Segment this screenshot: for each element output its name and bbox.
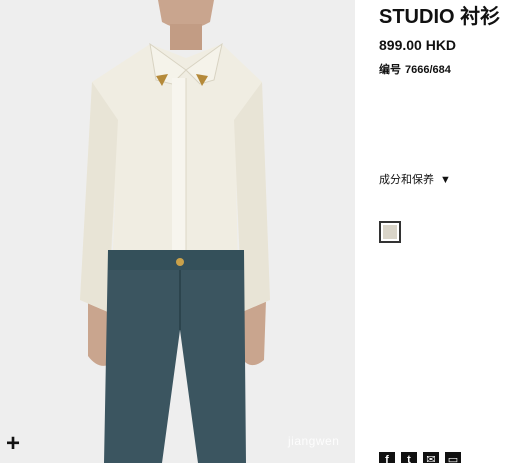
print-icon[interactable]: ▭ [445, 452, 461, 463]
composition-care-label: 成分和保养 [379, 174, 434, 186]
product-price: 899.00 HKD [379, 37, 457, 53]
product-reference: 编号 7666/684 [379, 63, 524, 77]
product-info: STUDIO 衬衫 899.00 HKD 编号 7666/684 [379, 4, 524, 77]
zoom-icon[interactable]: + [6, 432, 20, 456]
product-title: STUDIO 衬衫 [379, 6, 501, 28]
twitter-icon[interactable]: t [401, 452, 417, 463]
composition-care-toggle[interactable]: 成分和保养 ▼ [379, 173, 451, 187]
watermark: jiangwen [288, 434, 340, 448]
product-page: + jiangwen STUDIO 衬衫 899.00 HKD 编号 7666/6… [0, 0, 524, 463]
reference-label: 编号 [379, 64, 401, 76]
color-swatch[interactable] [379, 221, 401, 243]
product-photo[interactable]: + jiangwen [0, 0, 355, 463]
share-bar: f t ✉ ▭ [379, 452, 461, 463]
email-icon[interactable]: ✉ [423, 452, 439, 463]
color-swatch-fill [383, 225, 397, 239]
facebook-icon[interactable]: f [379, 452, 395, 463]
reference-number: 7666/684 [405, 64, 451, 76]
dropdown-arrow-icon: ▼ [440, 174, 451, 186]
model-illustration [0, 0, 355, 463]
